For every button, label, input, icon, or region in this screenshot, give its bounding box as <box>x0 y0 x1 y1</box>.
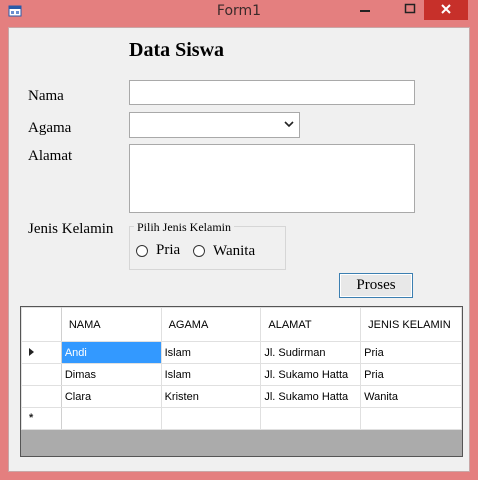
table-cell[interactable]: Jl. Sukamo Hatta <box>260 363 362 386</box>
grid-header-row: NAMA AGAMA ALAMAT JENIS KELAMIN <box>21 307 462 342</box>
radio-wanita[interactable] <box>193 245 205 257</box>
current-row-arrow-icon <box>29 348 34 356</box>
form-heading: Data Siswa <box>129 39 225 61</box>
row-header[interactable] <box>21 341 62 364</box>
table-cell[interactable]: Pria <box>360 341 462 364</box>
grid-corner-header[interactable] <box>21 307 62 342</box>
data-grid-table: NAMA AGAMA ALAMAT JENIS KELAMIN Andi Isl… <box>21 307 462 430</box>
chevron-down-icon[interactable] <box>283 116 295 132</box>
close-icon <box>441 4 451 14</box>
nama-label: Nama <box>28 88 64 104</box>
nama-input[interactable] <box>129 80 415 105</box>
table-cell[interactable]: Islam <box>160 363 262 386</box>
table-row[interactable]: Andi Islam Jl. Sudirman Pria <box>21 341 462 364</box>
application-window: Form1 Data Siswa Nama Agama Alamat Jenis… <box>0 0 478 480</box>
column-header-alamat[interactable]: ALAMAT <box>260 307 362 342</box>
table-cell[interactable]: Pria <box>360 363 462 386</box>
table-cell[interactable]: Clara <box>60 385 162 408</box>
table-row[interactable]: Clara Kristen Jl. Sukamo Hatta Wanita <box>21 385 462 408</box>
radio-wanita-label[interactable]: Wanita <box>213 243 255 260</box>
table-cell[interactable] <box>260 407 362 430</box>
table-cell[interactable] <box>360 407 462 430</box>
proses-button[interactable]: Proses <box>339 273 413 298</box>
row-header[interactable] <box>21 385 62 408</box>
alamat-label: Alamat <box>28 148 73 164</box>
table-cell[interactable]: Islam <box>160 341 262 364</box>
radio-pria[interactable] <box>136 245 148 257</box>
column-header-agama[interactable]: AGAMA <box>160 307 262 342</box>
table-row[interactable]: Dimas Islam Jl. Sukamo Hatta Pria <box>21 363 462 386</box>
table-cell[interactable] <box>60 407 162 430</box>
minimize-button[interactable] <box>352 0 378 20</box>
table-cell[interactable]: Wanita <box>360 385 462 408</box>
close-button[interactable] <box>424 0 468 20</box>
title-bar[interactable]: Form1 <box>0 0 478 24</box>
agama-select[interactable] <box>129 112 300 138</box>
maximize-icon <box>404 3 416 14</box>
agama-label: Agama <box>28 120 72 136</box>
groupbox-title: Pilih Jenis Kelamin <box>134 220 234 235</box>
table-cell[interactable]: Jl. Sudirman <box>260 341 362 364</box>
alamat-textarea[interactable] <box>129 144 415 213</box>
row-header[interactable] <box>21 363 62 386</box>
radio-pria-label[interactable]: Pria <box>156 242 180 259</box>
column-header-jenis-kelamin[interactable]: JENIS KELAMIN <box>360 307 462 342</box>
new-row[interactable]: * <box>21 407 462 430</box>
maximize-button[interactable] <box>397 0 423 20</box>
jenis-kelamin-label: Jenis Kelamin <box>28 221 114 237</box>
row-header[interactable]: * <box>21 407 62 430</box>
table-cell[interactable]: Kristen <box>160 385 262 408</box>
table-cell[interactable]: Andi <box>60 341 162 364</box>
data-grid[interactable]: NAMA AGAMA ALAMAT JENIS KELAMIN Andi Isl… <box>20 306 463 457</box>
table-cell[interactable]: Jl. Sukamo Hatta <box>260 385 362 408</box>
new-row-star-icon: * <box>29 412 34 424</box>
minimize-icon <box>360 10 370 12</box>
column-header-nama[interactable]: NAMA <box>60 307 162 342</box>
table-cell[interactable] <box>160 407 262 430</box>
table-cell[interactable]: Dimas <box>60 363 162 386</box>
